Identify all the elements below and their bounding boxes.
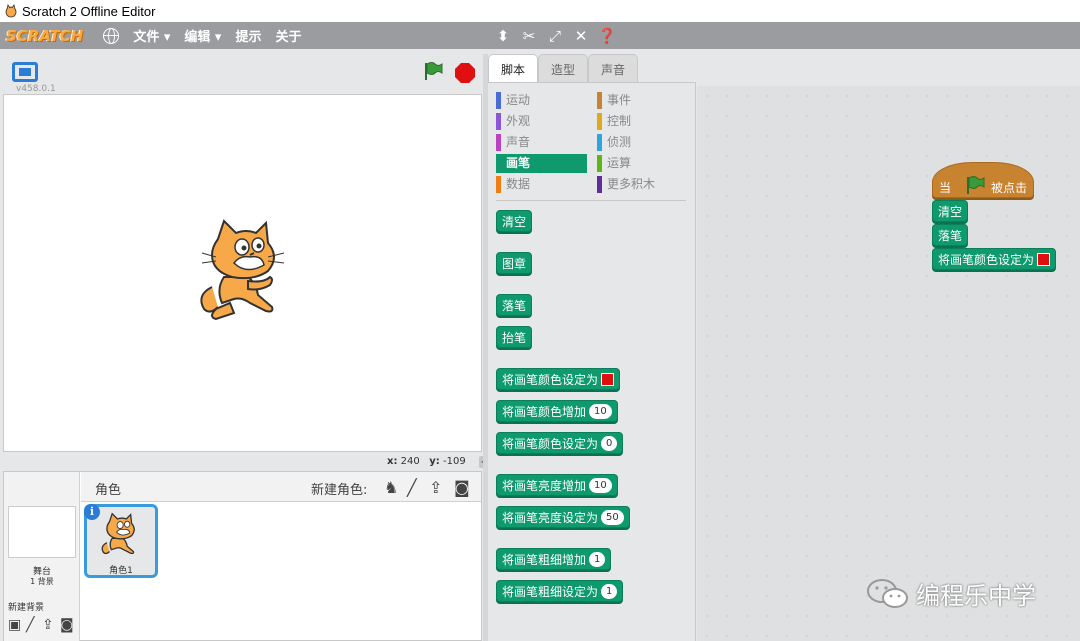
color-swatch[interactable] [601, 372, 615, 386]
green-flag-icon[interactable] [422, 60, 444, 82]
block-change-pen-shade[interactable]: 将画笔亮度增加 10 [496, 474, 618, 496]
stage-column: 舞台 1 背景 新建背景 ▣ ╱ ⇪ ◙ [4, 472, 80, 641]
menu-tips[interactable]: 提示 [235, 26, 261, 45]
tab-sounds[interactable]: 声音 [588, 54, 639, 82]
block-set-pen-size[interactable]: 将画笔粗细设定为 1 [496, 580, 624, 602]
block-stamp[interactable]: 图章 [496, 252, 533, 274]
category-more-blocks[interactable]: 更多积木 [597, 175, 655, 194]
block-set-pen-shade[interactable]: 将画笔亮度设定为 50 [496, 506, 630, 528]
script-block-clear[interactable]: 清空 [932, 200, 969, 222]
menu-file[interactable]: 文件 ▾ [133, 26, 170, 45]
category-operators[interactable]: 运算 [597, 154, 631, 173]
help-icon[interactable]: ❓ [594, 27, 620, 45]
sprite-panel-header: 角色 新建角色: ♞ ╱ ⇪ ◙ [81, 472, 481, 502]
new-sprite-label: 新建角色: [311, 483, 368, 498]
duplicate-stamp-icon[interactable]: ⬍ [490, 27, 516, 45]
script-block-set-pen-color[interactable]: 将画笔颜色设定为 [932, 248, 1057, 270]
title-bar: Scratch 2 Offline Editor [0, 0, 1080, 22]
number-input[interactable]: 1 [601, 583, 618, 599]
sprite-library-icon[interactable]: ♞ [384, 478, 398, 497]
stage-canvas[interactable] [3, 94, 482, 452]
scratch-cat-sprite[interactable] [194, 217, 294, 322]
category-divider [496, 200, 686, 201]
sprite-name: 角色1 [109, 566, 133, 576]
stop-icon[interactable] [455, 63, 475, 83]
tab-costumes[interactable]: 造型 [538, 54, 589, 82]
sprite-panel: 舞台 1 背景 新建背景 ▣ ╱ ⇪ ◙ 角色 新建角色: ♞ ╱ ⇪ ◙ i … [3, 471, 482, 641]
category-motion[interactable]: 运动 [496, 91, 530, 110]
grow-icon[interactable]: ⤢ [542, 27, 568, 45]
number-input[interactable]: 1 [589, 551, 606, 567]
menu-edit[interactable]: 编辑 ▾ [184, 26, 221, 45]
number-input[interactable]: 10 [589, 403, 612, 419]
paint-backdrop-icon[interactable]: ▣ [8, 617, 21, 633]
window-title: Scratch 2 Offline Editor [22, 3, 156, 19]
block-set-pen-color-swatch[interactable]: 将画笔颜色设定为 [496, 368, 621, 390]
backdrop-count: 1 背景 [30, 577, 54, 586]
sprite-thumbnail[interactable]: i 角色1 [84, 504, 158, 578]
mouse-coordinates: x: 240 y: -109 [387, 456, 466, 467]
x-coordinate: 240 [400, 456, 420, 467]
block-pen-down[interactable]: 落笔 [496, 294, 533, 316]
fullscreen-icon[interactable] [12, 62, 38, 82]
when-flag-clicked-block[interactable]: 当 被点击 [932, 162, 1034, 198]
camera-icon[interactable]: ◙ [60, 617, 74, 633]
number-input[interactable]: 0 [601, 435, 618, 451]
toolbar: ⬍ ✂ ⤢ ✕ ❓ [490, 22, 620, 49]
block-change-pen-color[interactable]: 将画笔颜色增加 10 [496, 400, 618, 422]
stage-thumbnail[interactable] [8, 506, 76, 558]
editor-tabs: 脚本 造型 声音 [488, 54, 1080, 83]
paintbrush-icon[interactable]: ╱ [407, 478, 417, 497]
new-backdrop-label: 新建背景 [8, 603, 45, 613]
version-label: v458.0.1 [16, 84, 56, 94]
tab-scripts[interactable]: 脚本 [488, 54, 539, 83]
watermark: 编程乐中学 [866, 576, 1036, 611]
category-sensing[interactable]: 侦测 [597, 133, 631, 152]
y-coordinate: -109 [443, 456, 466, 467]
delete-scissors-icon[interactable]: ✂ [516, 27, 542, 45]
category-data[interactable]: 数据 [496, 175, 530, 194]
number-input[interactable]: 10 [589, 477, 612, 493]
category-looks[interactable]: 外观 [496, 112, 530, 131]
block-change-pen-size[interactable]: 将画笔粗细增加 1 [496, 548, 612, 570]
stage-header: v458.0.1 [0, 54, 483, 94]
camera-icon[interactable]: ◙ [454, 478, 470, 497]
script-block-pen-down[interactable]: 落笔 [932, 224, 969, 246]
menu-bar: SCRATCH 文件 ▾ 编辑 ▾ 提示 关于 ⬍ ✂ ⤢ ✕ ❓ [0, 22, 1080, 49]
category-control[interactable]: 控制 [597, 112, 631, 131]
upload-icon[interactable]: ⇪ [429, 478, 442, 497]
scratch-cat-icon [5, 4, 17, 18]
watermark-text: 编程乐中学 [916, 582, 1036, 610]
upload-icon[interactable]: ⇪ [42, 617, 54, 633]
block-palette: 运动 外观 声音 画笔 数据 事件 控制 侦测 运算 更多积木 清空 图章 落笔… [488, 82, 696, 641]
number-input[interactable]: 50 [601, 509, 624, 525]
info-icon[interactable]: i [84, 504, 100, 520]
wechat-icon [867, 578, 908, 608]
paintbrush-icon[interactable]: ╱ [26, 617, 34, 633]
block-pen-up[interactable]: 抬笔 [496, 326, 533, 348]
block-set-pen-color-number[interactable]: 将画笔颜色设定为 0 [496, 432, 624, 454]
scratch-cat-thumbnail [101, 512, 135, 555]
category-events[interactable]: 事件 [597, 91, 631, 110]
block-clear[interactable]: 清空 [496, 210, 533, 232]
shrink-icon[interactable]: ✕ [568, 27, 594, 45]
scratch-logo[interactable]: SCRATCH [6, 27, 83, 45]
sprites-label: 角色 [95, 483, 122, 498]
category-pen[interactable]: 画笔 [496, 154, 587, 173]
globe-icon[interactable] [103, 27, 120, 44]
category-sound[interactable]: 声音 [496, 133, 530, 152]
menu-about[interactable]: 关于 [275, 26, 301, 45]
color-swatch[interactable] [1037, 252, 1051, 266]
green-flag-icon [967, 176, 985, 194]
